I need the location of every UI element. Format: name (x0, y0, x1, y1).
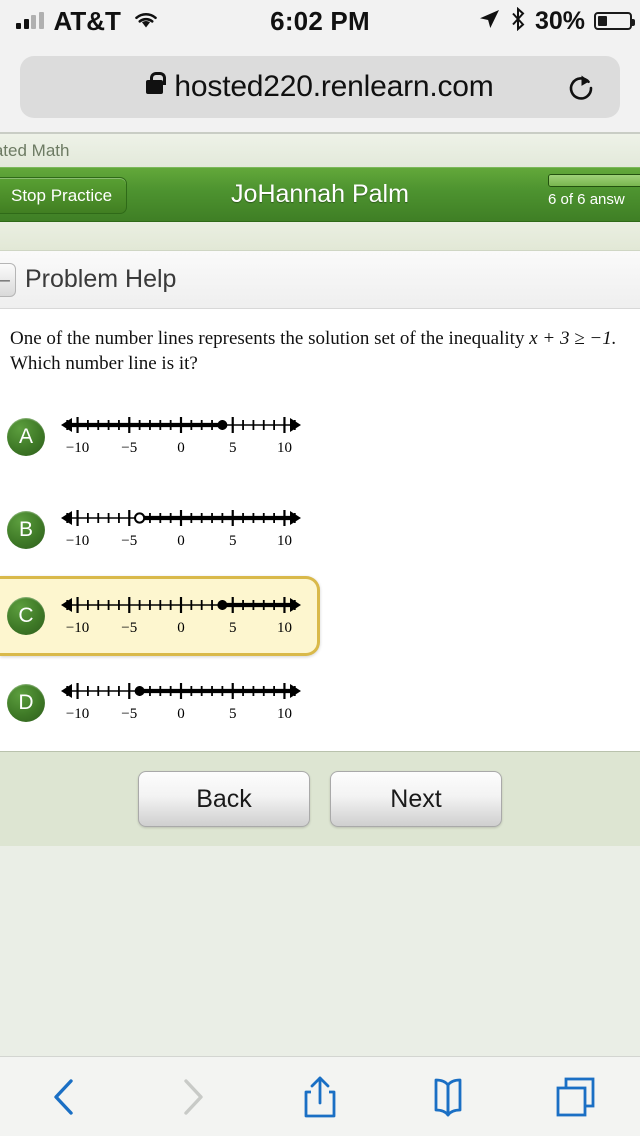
svg-text:5: 5 (229, 706, 237, 722)
choice-number-line: −10 −5 0 5 10 (61, 503, 301, 556)
tabs-button[interactable] (512, 1074, 640, 1120)
back-button-label: Back (196, 784, 252, 813)
number-line: −10 −5 0 5 10 (61, 417, 301, 456)
page-empty-area (0, 846, 640, 1056)
svg-text:0: 0 (177, 620, 185, 636)
number-line: −10 −5 0 5 10 (61, 596, 301, 636)
forward-chevron-icon (184, 1078, 203, 1115)
bluetooth-icon (510, 6, 526, 36)
browser-url-bar: hosted220.renlearn.com (0, 42, 640, 132)
bookmarks-button[interactable] (384, 1075, 512, 1119)
status-bar-right: 30% (477, 6, 635, 36)
choice-letter: B (18, 517, 33, 541)
answer-choice-d[interactable]: D −10 −5 0 5 10 (0, 656, 640, 749)
screen: AT&T 6:02 PM 30% hosted220.renlearn.com … (0, 0, 640, 1136)
url-field[interactable]: hosted220.renlearn.com (20, 56, 620, 118)
share-button[interactable] (256, 1073, 384, 1121)
choice-badge: B (7, 510, 45, 549)
choice-badge: A (7, 417, 45, 456)
svg-text:−10: −10 (66, 706, 89, 722)
progress-fill (549, 175, 640, 186)
next-button[interactable]: Next (330, 771, 502, 827)
answer-choice-b[interactable]: B −10 −5 0 5 10 (0, 483, 640, 576)
ios-status-bar: AT&T 6:02 PM 30% (0, 0, 640, 42)
question-text: One of the number lines represents the s… (0, 327, 640, 376)
svg-text:10: 10 (277, 533, 292, 549)
svg-text:−5: −5 (121, 533, 137, 549)
app-title: celerated Math (0, 140, 70, 160)
svg-text:0: 0 (177, 440, 185, 456)
forward-nav-button[interactable] (128, 1075, 256, 1119)
choice-letter: A (18, 424, 33, 448)
problem-help-label: Problem Help (25, 265, 177, 293)
web-page-viewport: celerated Math Stop Practice JoHannah Pa… (0, 132, 640, 1056)
tabs-icon (556, 1077, 595, 1116)
question-expression: x + 3 ≥ −1. (529, 328, 617, 349)
back-nav-button[interactable] (0, 1075, 128, 1119)
number-line: −10 −5 0 5 10 (61, 510, 301, 549)
answer-choice-a[interactable]: A −10 −5 0 5 10 (0, 390, 640, 483)
number-line: −10 −5 0 5 10 (61, 683, 301, 722)
progress-track (548, 174, 640, 187)
svg-text:5: 5 (229, 440, 237, 456)
choice-letter: C (18, 604, 34, 628)
back-button[interactable]: Back (138, 771, 310, 827)
progress-indicator: 6 of 6 answ (548, 174, 640, 208)
navigation-footer: Back Next (0, 751, 640, 846)
safari-toolbar (0, 1056, 640, 1136)
svg-text:10: 10 (277, 706, 292, 722)
svg-text:5: 5 (229, 533, 237, 549)
svg-text:10: 10 (277, 440, 292, 456)
collapse-glyph: – (0, 269, 10, 291)
answer-choice-c[interactable]: C −10 −5 0 5 10 (0, 576, 320, 657)
student-name-label: JoHannah Palm (231, 180, 409, 208)
svg-text:−5: −5 (121, 620, 137, 636)
svg-text:0: 0 (177, 706, 185, 722)
svg-text:−5: −5 (121, 706, 137, 722)
answer-choice-list: A −10 −5 0 5 10 B −10 −5 0 5 10 C −10 −5 0 5 10 D −10 −5 0 5 10 (0, 390, 640, 749)
question-area: One of the number lines represents the s… (0, 309, 640, 751)
back-chevron-icon (54, 1078, 73, 1115)
reload-icon[interactable] (566, 72, 596, 102)
battery-percent-label: 30% (534, 6, 585, 35)
choice-number-line: −10 −5 0 5 10 (61, 410, 301, 463)
choice-number-line: −10 −5 0 5 10 (61, 676, 301, 729)
share-icon (304, 1076, 336, 1117)
svg-text:−10: −10 (66, 533, 89, 549)
problem-help-bar: – Problem Help (0, 251, 640, 309)
location-arrow-icon (477, 7, 501, 36)
question-text-after: Which number line is it? (10, 352, 198, 374)
collapse-button[interactable]: – (0, 263, 16, 297)
practice-header: Stop Practice JoHannah Palm 6 of 6 answ (0, 167, 640, 222)
svg-text:−10: −10 (66, 440, 89, 456)
svg-text:−10: −10 (66, 620, 89, 636)
battery-icon (594, 12, 635, 30)
question-text-before: One of the number lines represents the s… (10, 328, 530, 349)
svg-text:−5: −5 (121, 440, 137, 456)
next-button-label: Next (390, 784, 442, 813)
lock-icon (146, 72, 166, 94)
app-title-bar: celerated Math (0, 134, 640, 167)
progress-label: 6 of 6 answ (548, 191, 625, 208)
choice-badge: C (7, 597, 45, 636)
bookmarks-book-icon (434, 1078, 462, 1116)
choice-badge: D (7, 683, 45, 722)
sub-header-strip (0, 222, 640, 251)
svg-text:10: 10 (277, 620, 292, 636)
choice-letter: D (18, 690, 34, 714)
svg-text:5: 5 (229, 620, 237, 636)
svg-text:0: 0 (177, 533, 185, 549)
url-text: hosted220.renlearn.com (174, 70, 494, 103)
choice-number-line: −10 −5 0 5 10 (61, 590, 301, 643)
